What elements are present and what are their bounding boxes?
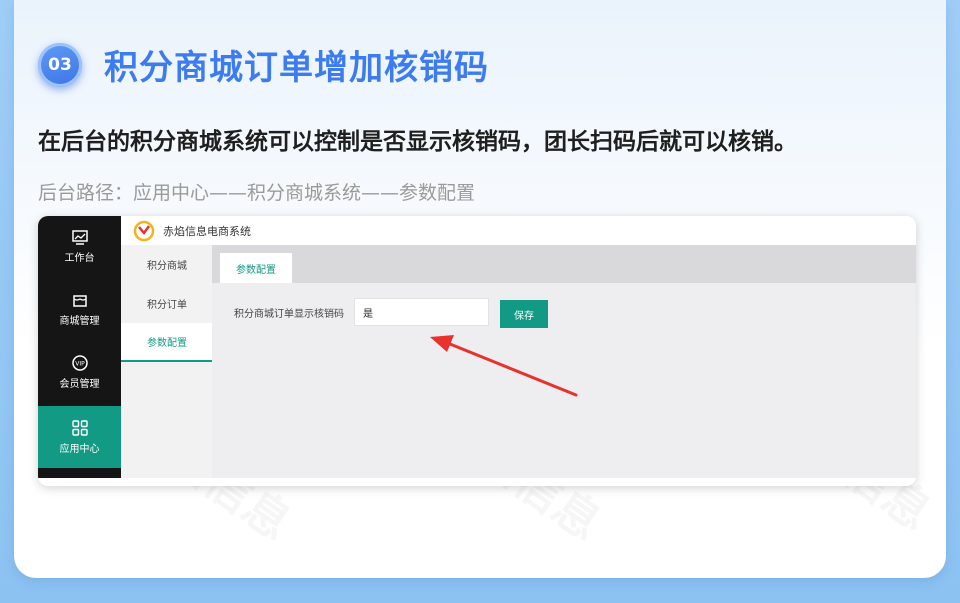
show-code-input[interactable] <box>354 298 489 326</box>
description-text: 在后台的积分商城系统可以控制是否显示核销码，团长扫码后就可以核销。 <box>38 129 797 155</box>
show-code-label: 积分商城订单显示核销码 <box>234 309 344 320</box>
subnav-item-settings[interactable]: 参数配置 <box>121 323 212 362</box>
admin-screenshot: 工作台 商城管理 VIP 会员管理 应用中心 赤焰信息电商系统 积分商城 积分订… <box>38 216 916 486</box>
save-button[interactable]: 保存 <box>500 300 548 328</box>
tab-settings[interactable]: 参数配置 <box>220 253 292 283</box>
sidebar-item-members[interactable]: VIP 会员管理 <box>38 342 121 402</box>
sidebar-item-app-center[interactable]: 应用中心 <box>38 406 121 468</box>
brand-name: 赤焰信息电商系统 <box>163 224 251 238</box>
sidebar-item-label: 工作台 <box>64 253 95 264</box>
svg-text:VIP: VIP <box>75 361 85 368</box>
sidebar-item-label: 商城管理 <box>59 316 100 327</box>
shop-icon <box>72 295 87 307</box>
page-title: 积分商城订单增加核销码 <box>104 48 489 88</box>
admin-sidebar: 工作台 商城管理 VIP 会员管理 应用中心 <box>38 216 121 478</box>
sidebar-item-shop[interactable]: 商城管理 <box>38 279 121 339</box>
sidebar-item-label: 会员管理 <box>59 379 100 390</box>
apps-icon <box>71 420 88 436</box>
sidebar-item-dashboard[interactable]: 工作台 <box>38 216 121 276</box>
vip-icon: VIP <box>71 355 88 371</box>
admin-topbar: 赤焰信息电商系统 <box>121 216 916 245</box>
step-number-badge: 03 <box>38 43 82 87</box>
sub-navigation: 积分商城 积分订单 参数配置 <box>121 245 212 478</box>
subnav-item-points-orders[interactable]: 积分订单 <box>121 284 212 323</box>
subnav-item-label: 参数配置 <box>147 338 187 349</box>
subnav-item-label: 积分商城 <box>147 261 187 272</box>
backend-path-text: 后台路径：应用中心——积分商城系统——参数配置 <box>38 182 476 204</box>
screenshot-bottom-edge <box>38 478 916 486</box>
sidebar-item-label: 应用中心 <box>59 444 100 455</box>
brand-logo-icon <box>133 220 155 241</box>
tab-bar: 参数配置 <box>212 245 916 283</box>
subnav-item-points-mall[interactable]: 积分商城 <box>121 245 212 284</box>
dashboard-icon <box>71 230 88 245</box>
content-area: 参数配置 积分商城订单显示核销码 保存 <box>212 245 916 478</box>
subnav-item-label: 积分订单 <box>147 300 187 311</box>
